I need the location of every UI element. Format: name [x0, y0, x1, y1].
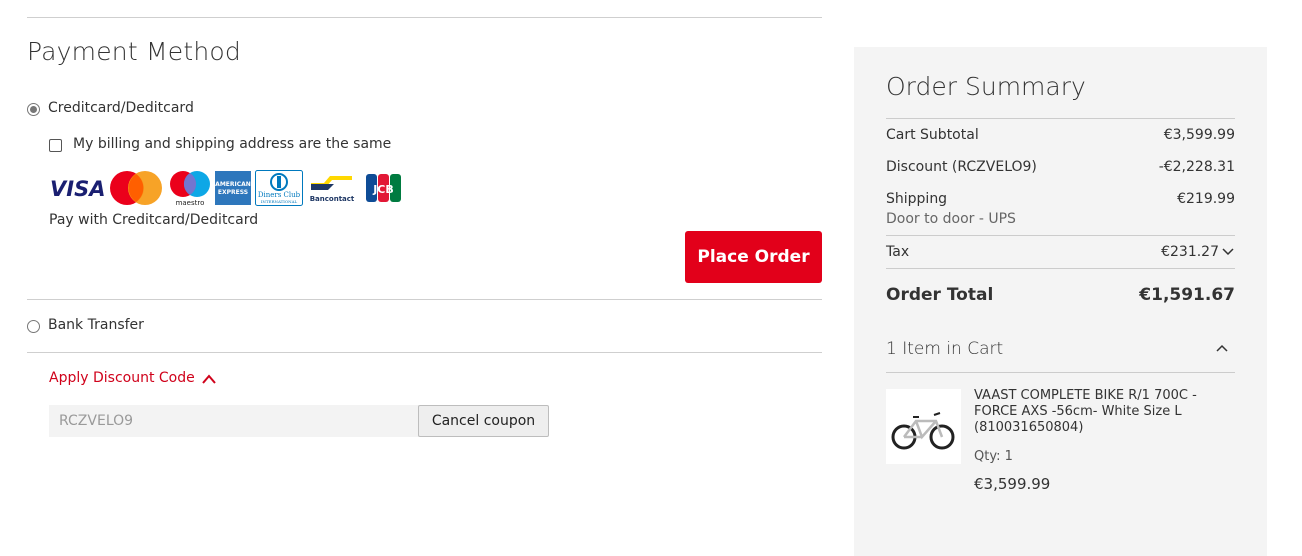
bank-transfer-option-label[interactable]: Bank Transfer: [48, 317, 144, 333]
summary-divider-items: [886, 372, 1235, 373]
subtotal-value: €3,599.99: [1163, 127, 1235, 143]
mastercard-logo: [110, 171, 162, 205]
payment-section: Payment Method Creditcard/Deditcard My b…: [27, 0, 822, 556]
diners-club-logo: Diners Club INTERNATIONAL: [255, 170, 303, 206]
top-divider: [27, 17, 822, 18]
items-in-cart-toggle[interactable]: 1 Item in Cart: [886, 339, 1003, 359]
diners-logo-text-1: Diners Club: [258, 191, 301, 199]
order-summary-panel: Order Summary Cart Subtotal €3,599.99 Di…: [854, 47, 1267, 556]
summary-divider-total: [886, 268, 1235, 269]
bancontact-logo: Bancontact: [310, 176, 355, 203]
visa-logo: VISA: [50, 177, 105, 201]
chevron-up-icon[interactable]: [1215, 343, 1229, 353]
shipping-method: Door to door - UPS: [886, 211, 1016, 227]
tax-label: Tax: [886, 244, 910, 260]
tax-value[interactable]: €231.27: [1161, 244, 1219, 260]
discount-value: -€2,228.31: [1158, 159, 1235, 175]
amex-logo-text-1: AMERICAN: [215, 181, 251, 188]
apply-discount-link[interactable]: Apply Discount Code: [49, 370, 195, 386]
maestro-logo-text: maestro: [176, 199, 205, 206]
order-summary-title: Order Summary: [886, 72, 1086, 101]
divider-bank: [27, 299, 822, 300]
shipping-value: €219.99: [1177, 191, 1235, 207]
place-order-button[interactable]: Place Order: [685, 231, 822, 283]
discount-label: Discount (RCZVELO9): [886, 159, 1037, 175]
diners-logo-text-2: INTERNATIONAL: [261, 199, 298, 204]
cancel-coupon-button[interactable]: Cancel coupon: [418, 405, 549, 437]
radio-bank-transfer[interactable]: [27, 320, 40, 333]
amex-logo-text-2: EXPRESS: [218, 189, 248, 196]
payment-method-title: Payment Method: [27, 37, 241, 66]
bancontact-logo-text: Bancontact: [310, 195, 355, 203]
order-total-label: Order Total: [886, 285, 994, 305]
product-price: €3,599.99: [974, 475, 1051, 493]
product-image[interactable]: [886, 389, 961, 464]
amex-logo: AMERICAN EXPRESS: [215, 171, 251, 205]
divider-discount: [27, 352, 822, 353]
creditcard-option-label[interactable]: Creditcard/Deditcard: [48, 100, 194, 116]
chevron-up-icon[interactable]: [201, 373, 217, 385]
same-address-checkbox[interactable]: [49, 139, 62, 152]
chevron-down-icon[interactable]: [1221, 247, 1235, 257]
shipping-label: Shipping: [886, 191, 948, 207]
summary-divider-tax: [886, 235, 1235, 236]
summary-divider-top: [886, 118, 1235, 119]
jcb-logo-text: JCB: [372, 183, 394, 196]
product-name[interactable]: VAAST COMPLETE BIKE R/1 700C - FORCE AXS…: [974, 388, 1234, 436]
maestro-logo: maestro: [170, 171, 210, 206]
bike-icon: [891, 412, 955, 450]
product-qty: Qty: 1: [974, 449, 1013, 464]
same-address-label[interactable]: My billing and shipping address are the …: [73, 136, 391, 152]
visa-logo-text: VISA: [50, 177, 105, 201]
subtotal-label: Cart Subtotal: [886, 127, 979, 143]
order-total-value: €1,591.67: [1139, 285, 1235, 305]
jcb-logo: JCB: [366, 174, 401, 202]
pay-with-text: Pay with Creditcard/Deditcard: [49, 212, 259, 228]
coupon-code-input[interactable]: [49, 405, 419, 437]
radio-creditcard[interactable]: [27, 103, 40, 116]
